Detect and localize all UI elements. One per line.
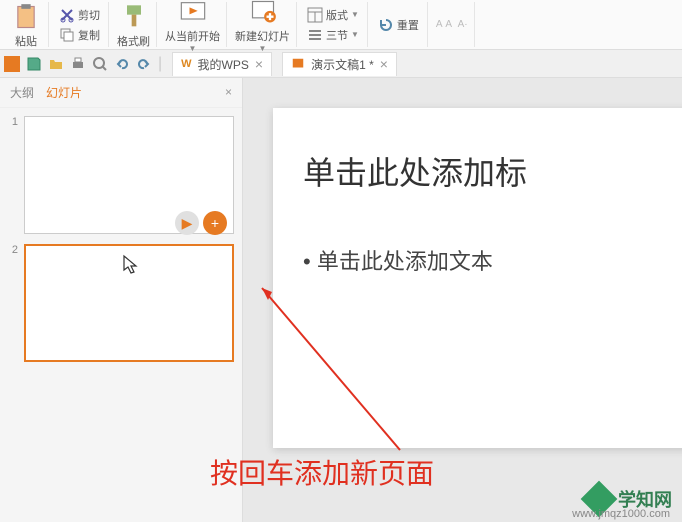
layout-label: 版式 <box>326 7 348 23</box>
redo-icon[interactable] <box>136 56 152 72</box>
app-icon <box>4 56 20 72</box>
chevron-down-icon[interactable]: ▼ <box>351 10 359 19</box>
tab-my-wps-label: 我的WPS <box>198 56 249 73</box>
outline-tab[interactable]: 大纲 <box>10 84 34 101</box>
new-slide-button[interactable] <box>247 0 279 28</box>
paste-button[interactable] <box>10 1 42 33</box>
slide-panel: 大纲 幻灯片 × 1 ▶ + 2 <box>0 78 243 522</box>
close-icon[interactable]: × <box>380 56 388 72</box>
font-controls[interactable]: A A A· <box>436 19 468 30</box>
format-painter-button[interactable] <box>118 1 150 33</box>
play-slide-icon[interactable]: ▶ <box>175 211 199 235</box>
undo-icon[interactable] <box>114 56 130 72</box>
save-icon[interactable] <box>26 56 42 72</box>
copy-label: 复制 <box>78 27 100 43</box>
new-slide-label: 新建幻灯片 <box>235 28 290 44</box>
cut-button[interactable]: 剪切 <box>57 5 102 25</box>
slide-thumbnail-1[interactable]: ▶ + <box>24 116 234 234</box>
open-icon[interactable] <box>48 56 64 72</box>
presentation-icon <box>291 57 305 71</box>
cut-label: 剪切 <box>78 7 100 23</box>
slide-body-placeholder[interactable]: 单击此处添加文本 <box>303 244 663 276</box>
thumb-number: 1 <box>8 116 18 128</box>
preview-icon[interactable] <box>92 56 108 72</box>
quick-access-bar: | W 我的WPS × 演示文稿1 * × <box>0 50 682 78</box>
ribbon-toolbar: 粘贴 剪切 复制 格式刷 从当前开始 ▼ 新建幻灯片 ▼ 版式▼ <box>0 0 682 50</box>
slides-tab[interactable]: 幻灯片 <box>46 84 82 101</box>
annotation-text: 按回车添加新页面 <box>210 452 434 492</box>
cursor-icon <box>122 254 140 276</box>
tab-my-wps[interactable]: W 我的WPS × <box>172 52 272 76</box>
sections-label: 三节 <box>326 27 348 43</box>
from-current-label: 从当前开始 <box>165 28 220 44</box>
current-slide[interactable]: 单击此处添加标 单击此处添加文本 <box>273 108 682 448</box>
watermark-url: www.jmqz1000.com <box>572 508 670 520</box>
layout-button[interactable]: 版式▼ <box>305 5 361 25</box>
close-panel-icon[interactable]: × <box>225 85 232 99</box>
add-slide-icon[interactable]: + <box>203 211 227 235</box>
tab-document[interactable]: 演示文稿1 * × <box>282 52 397 76</box>
thumb-number: 2 <box>8 244 18 256</box>
reset-button[interactable]: 重置 <box>376 15 421 35</box>
copy-button[interactable]: 复制 <box>57 25 102 45</box>
paste-label: 粘贴 <box>15 33 37 49</box>
from-current-button[interactable] <box>177 0 209 28</box>
wps-logo-icon: W <box>181 58 191 70</box>
print-icon[interactable] <box>70 56 86 72</box>
slide-title-placeholder[interactable]: 单击此处添加标 <box>303 148 663 194</box>
close-icon[interactable]: × <box>255 56 263 72</box>
tab-document-label: 演示文稿1 * <box>311 56 374 73</box>
sections-button[interactable]: 三节▼ <box>305 25 361 45</box>
chevron-down-icon[interactable]: ▼ <box>351 30 359 39</box>
format-painter-label: 格式刷 <box>117 33 150 49</box>
reset-label: 重置 <box>397 17 419 33</box>
